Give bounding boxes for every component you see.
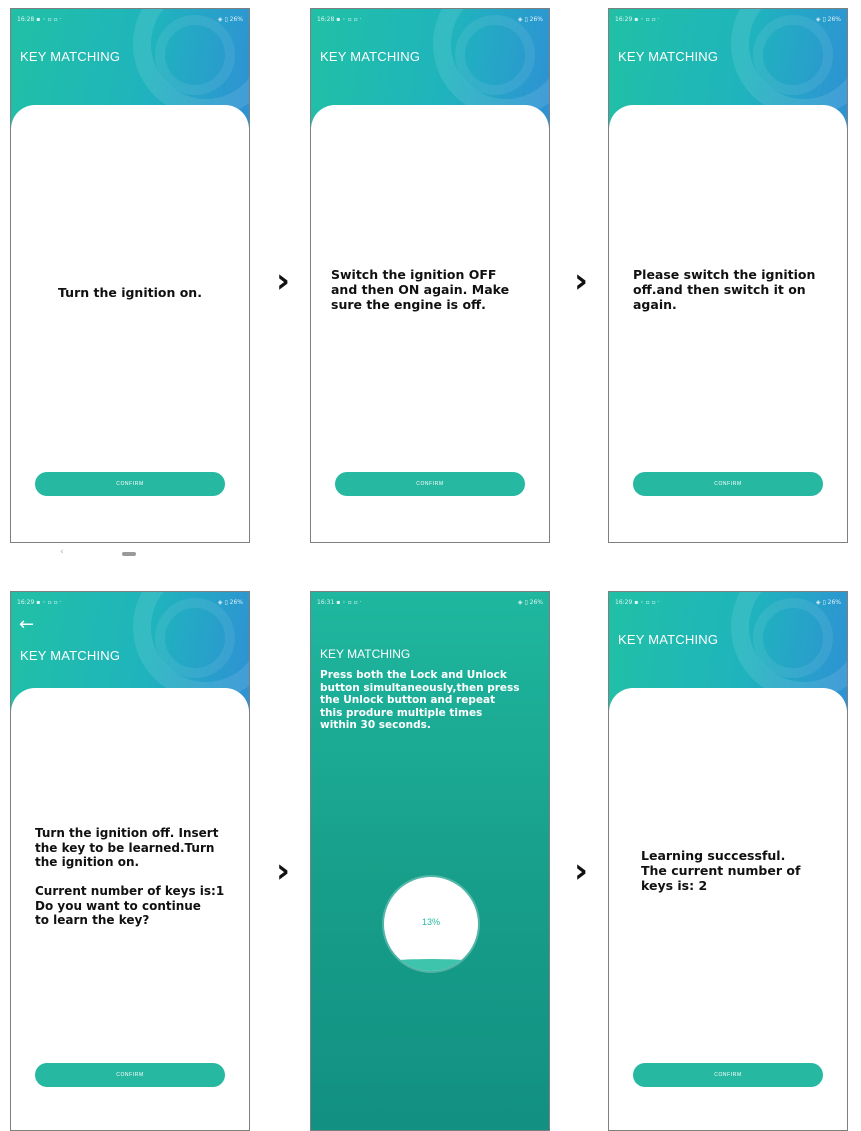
next-arrow-icon: › [573, 851, 588, 891]
progress-dial: 13% [384, 877, 478, 971]
instruction-text: Turn the ignition off. Insert the key to… [35, 826, 225, 927]
status-bar: 16:28 ▪ ◦ ▫ ▫ · ◈ ▯ 26% [17, 15, 243, 25]
nav-back-icon[interactable]: ‹ [60, 547, 64, 557]
next-arrow-icon: › [275, 851, 290, 891]
status-time: 16:28 ▪ ◦ ▫ ▫ · [17, 16, 62, 23]
header-decoration [753, 15, 833, 95]
status-bar: 16:31 ▪ ◦ ▫ ▫ · ◈ ▯ 26% [317, 598, 543, 608]
status-time: 16:29 ▪ ◦ ▫ ▫ · [615, 16, 660, 23]
instruction-text: Please switch the ignition off.and then … [633, 267, 816, 312]
page-title: KEY MATCHING [618, 632, 719, 647]
next-arrow-icon: › [275, 261, 290, 301]
page-title: KEY MATCHING [320, 647, 411, 661]
content-card: Learning successful. The current number … [609, 688, 847, 1130]
screen-turn-ignition-on: 16:28 ▪ ◦ ▫ ▫ · ◈ ▯ 26% KEY MATCHING Tur… [10, 8, 250, 543]
confirm-button[interactable]: CONFIRM [633, 1063, 823, 1087]
status-icons: ◈ ▯ 26% [815, 599, 841, 606]
content-card: Turn the ignition off. Insert the key to… [11, 688, 249, 1130]
confirm-button[interactable]: CONFIRM [335, 472, 525, 496]
header-decoration [155, 598, 235, 678]
content-card: Switch the ignition OFF and then ON agai… [311, 105, 549, 542]
status-bar: 16:29 ▪ ◦ ▫ ▫ · ◈ ▯ 26% [615, 598, 841, 608]
page-title: KEY MATCHING [20, 49, 121, 64]
status-time: 16:31 ▪ ◦ ▫ ▫ · [317, 599, 362, 606]
progress-percent: 13% [421, 917, 440, 927]
content-card: Please switch the ignition off.and then … [609, 105, 847, 542]
progress-fill [384, 959, 478, 971]
next-arrow-icon: › [573, 261, 588, 301]
system-navbar: ‹ [60, 547, 150, 560]
screen-learning-success: 16:29 ▪ ◦ ▫ ▫ · ◈ ▯ 26% KEY MATCHING Lea… [608, 591, 848, 1131]
page-title: KEY MATCHING [20, 648, 121, 663]
screen-switch-ignition: 16:28 ▪ ◦ ▫ ▫ · ◈ ▯ 26% KEY MATCHING Swi… [310, 8, 550, 543]
status-time: 16:29 ▪ ◦ ▫ ▫ · [615, 599, 660, 606]
status-time: 16:29 ▪ ◦ ▫ ▫ · [17, 599, 62, 606]
status-icons: ◈ ▯ 26% [815, 16, 841, 23]
header-decoration [155, 15, 235, 95]
status-icons: ◈ ▯ 26% [517, 599, 543, 606]
screen-please-switch-ignition: 16:29 ▪ ◦ ▫ ▫ · ◈ ▯ 26% KEY MATCHING Ple… [608, 8, 848, 543]
instruction-text: Turn the ignition on. [58, 285, 202, 300]
instruction-text: Press both the Lock and Unlock button si… [320, 669, 520, 731]
instruction-text: Switch the ignition OFF and then ON agai… [331, 267, 510, 312]
status-bar: 16:28 ▪ ◦ ▫ ▫ · ◈ ▯ 26% [317, 15, 543, 25]
header-decoration [455, 15, 535, 95]
content-card: Turn the ignition on. CONFIRM [11, 105, 249, 542]
back-arrow-icon[interactable]: ← [19, 616, 34, 634]
status-icons: ◈ ▯ 26% [517, 16, 543, 23]
nav-home-icon[interactable] [122, 552, 136, 556]
page-title: KEY MATCHING [320, 49, 421, 64]
screen-learning-progress: 16:31 ▪ ◦ ▫ ▫ · ◈ ▯ 26% KEY MATCHING Pre… [310, 591, 550, 1131]
status-bar: 16:29 ▪ ◦ ▫ ▫ · ◈ ▯ 26% [615, 15, 841, 25]
status-bar: 16:29 ▪ ◦ ▫ ▫ · ◈ ▯ 26% [17, 598, 243, 608]
instruction-text: Learning successful. The current number … [641, 848, 801, 893]
confirm-button[interactable]: CONFIRM [35, 472, 225, 496]
status-icons: ◈ ▯ 26% [217, 599, 243, 606]
screen-insert-key: 16:29 ▪ ◦ ▫ ▫ · ◈ ▯ 26% ← KEY MATCHING T… [10, 591, 250, 1131]
confirm-button[interactable]: CONFIRM [35, 1063, 225, 1087]
status-icons: ◈ ▯ 26% [217, 16, 243, 23]
header-decoration [753, 598, 833, 678]
confirm-button[interactable]: CONFIRM [633, 472, 823, 496]
page-title: KEY MATCHING [618, 49, 719, 64]
status-time: 16:28 ▪ ◦ ▫ ▫ · [317, 16, 362, 23]
